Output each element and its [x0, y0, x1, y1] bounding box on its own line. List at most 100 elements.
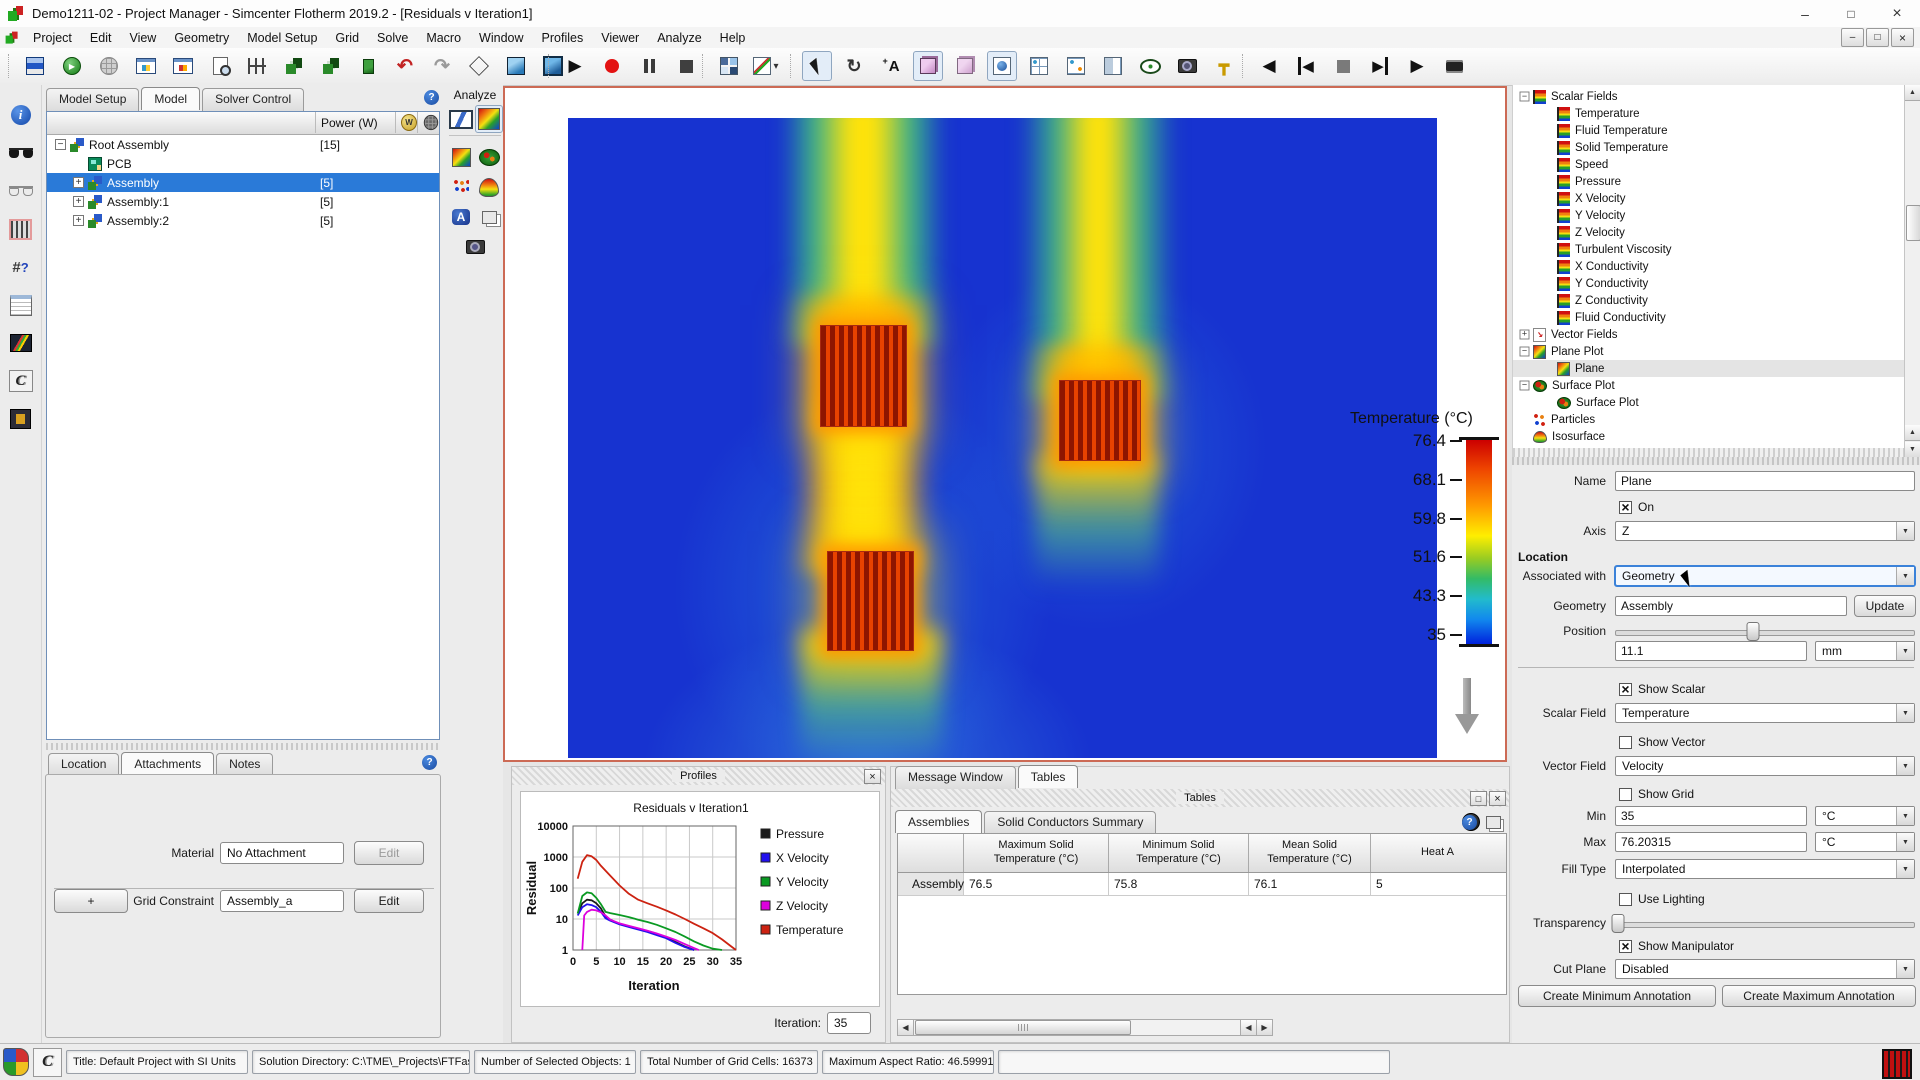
undo-icon[interactable]: [390, 51, 420, 81]
position-unit-dropdown[interactable]: mm▼: [1815, 641, 1915, 661]
scroll-left-icon[interactable]: ◀: [1240, 1020, 1256, 1035]
redo-icon[interactable]: [427, 51, 457, 81]
results-tree-item[interactable]: Fluid Temperature: [1513, 122, 1920, 139]
expander-icon[interactable]: +: [73, 215, 84, 226]
model-tree-row[interactable]: −Root Assembly[15]: [47, 135, 439, 154]
results-tree-item[interactable]: Z Conductivity: [1513, 292, 1920, 309]
rotate-view-icon[interactable]: [839, 51, 869, 81]
expander-icon[interactable]: +: [1520, 330, 1530, 340]
cut-plane-dropdown[interactable]: Disabled▼: [1615, 959, 1915, 979]
info-icon[interactable]: [3, 99, 39, 131]
new-enclosure-icon[interactable]: [316, 51, 346, 81]
profiles-view-icon[interactable]: [3, 327, 39, 359]
menu-item[interactable]: Solve: [368, 29, 417, 47]
chevron-down-icon[interactable]: ▼: [1896, 860, 1914, 878]
scrollbar-thumb[interactable]: [915, 1020, 1131, 1035]
surface-plot-icon[interactable]: [475, 143, 503, 171]
scrollbar-thumb[interactable]: [1906, 205, 1920, 241]
min-field[interactable]: 35: [1615, 806, 1807, 826]
chevron-down-icon[interactable]: ▼: [1896, 522, 1914, 540]
help-icon[interactable]: ?: [422, 755, 437, 770]
chart-type-icon[interactable]: [751, 51, 781, 81]
results-tree-item[interactable]: Turbulent Viscosity: [1513, 241, 1920, 258]
table-row[interactable]: Assembly 76.5 75.8 76.1 5: [898, 873, 1506, 896]
horizontal-scrollbar[interactable]: [1513, 448, 1905, 457]
expander-icon[interactable]: −: [55, 139, 66, 150]
mdi-minimize-button[interactable]: [1841, 28, 1864, 47]
iteration-field[interactable]: 35: [827, 1012, 871, 1034]
max-field[interactable]: 76.20315: [1615, 832, 1807, 852]
menu-item[interactable]: Model Setup: [238, 29, 326, 47]
animation-record-icon[interactable]: [1439, 51, 1469, 81]
expander-icon[interactable]: −: [1520, 347, 1530, 357]
scalar-field-dropdown[interactable]: Temperature▼: [1615, 703, 1915, 723]
horizontal-scrollbar[interactable]: ◀ ◀ ▶: [897, 1019, 1273, 1036]
network-icon[interactable]: [94, 51, 124, 81]
animation-step-back-icon[interactable]: [1254, 51, 1284, 81]
model-tree-row[interactable]: +Assembly:2[5]: [47, 211, 439, 230]
tab-location[interactable]: Location: [48, 753, 119, 776]
minimize-button[interactable]: [1782, 0, 1828, 27]
name-field[interactable]: Plane: [1615, 471, 1915, 491]
power-column-header[interactable]: Power (W): [315, 112, 395, 133]
panel-splitter[interactable]: [1512, 457, 1920, 465]
results-tree-item[interactable]: −Scalar Fields: [1513, 88, 1920, 105]
camera-icon[interactable]: [461, 233, 489, 261]
expander-icon[interactable]: −: [1520, 92, 1530, 102]
scroll-up-icon[interactable]: ▲: [1905, 425, 1920, 441]
vertical-scrollbar[interactable]: ▲ ▲ ▼: [1904, 85, 1920, 457]
associated-with-dropdown[interactable]: Geometry▼: [1615, 566, 1915, 586]
menu-item[interactable]: Analyze: [648, 29, 710, 47]
menu-item[interactable]: Grid: [326, 29, 368, 47]
material-edit-button[interactable]: Edit: [354, 841, 424, 865]
plane-plot-icon[interactable]: [447, 143, 475, 171]
wireframe-view-icon[interactable]: [464, 51, 494, 81]
tab-assemblies[interactable]: Assemblies: [895, 810, 982, 833]
results-tree-item[interactable]: +Vector Fields: [1513, 326, 1920, 343]
menu-item[interactable]: Help: [711, 29, 755, 47]
min-unit-dropdown[interactable]: °C▼: [1815, 806, 1915, 826]
pcb-view-icon[interactable]: [3, 213, 39, 245]
tables-view-icon[interactable]: [3, 289, 39, 321]
tab-tables[interactable]: Tables: [1018, 765, 1079, 788]
text-annotation-icon[interactable]: [876, 51, 906, 81]
dark-glasses-icon[interactable]: [3, 137, 39, 169]
menu-item[interactable]: Viewer: [592, 29, 648, 47]
restore-icon[interactable]: [1470, 791, 1487, 806]
run-solver-icon[interactable]: [57, 51, 87, 81]
create-maximum-annotation-button[interactable]: Create Maximum Annotation: [1722, 985, 1916, 1007]
column-header[interactable]: Maximum Solid Temperature (°C): [964, 834, 1109, 872]
tab-solver-control[interactable]: Solver Control: [202, 88, 304, 111]
solve-stop-icon[interactable]: [671, 51, 701, 81]
update-button[interactable]: Update: [1854, 595, 1916, 617]
filter-icon[interactable]: [242, 51, 272, 81]
menu-item[interactable]: Macro: [417, 29, 470, 47]
component-icon[interactable]: [3, 403, 39, 435]
results-tree-item[interactable]: Temperature: [1513, 105, 1920, 122]
menu-item[interactable]: Profiles: [533, 29, 593, 47]
show-transparent-geometry-icon[interactable]: [950, 51, 980, 81]
grid-column-header[interactable]: [417, 112, 439, 133]
cut-planes-icon[interactable]: [475, 203, 503, 231]
expander-icon[interactable]: +: [73, 177, 84, 188]
position-slider[interactable]: [1615, 622, 1915, 640]
new-cuboid-icon[interactable]: [353, 51, 383, 81]
panel-drag-handle[interactable]: [46, 743, 440, 750]
pointer-tool-icon[interactable]: [802, 51, 832, 81]
max-unit-dropdown[interactable]: °C▼: [1815, 832, 1915, 852]
solve-pause-icon[interactable]: [634, 51, 664, 81]
show-visualization-icon[interactable]: [987, 51, 1017, 81]
scalar-plane-icon[interactable]: [475, 105, 503, 133]
material-field[interactable]: No Attachment: [220, 842, 344, 864]
find-icon[interactable]: [205, 51, 235, 81]
slider-thumb[interactable]: [1612, 914, 1625, 933]
mdi-restore-button[interactable]: [1866, 28, 1889, 47]
scroll-up-icon[interactable]: ▲: [1905, 85, 1920, 101]
watts-column-header[interactable]: [395, 112, 417, 133]
menu-item[interactable]: Edit: [81, 29, 121, 47]
animation-step-forward-icon[interactable]: [1402, 51, 1432, 81]
menu-item[interactable]: Project: [24, 29, 81, 47]
results-tree-item[interactable]: Pressure: [1513, 173, 1920, 190]
close-icon[interactable]: [864, 769, 881, 784]
save-icon[interactable]: [20, 51, 50, 81]
